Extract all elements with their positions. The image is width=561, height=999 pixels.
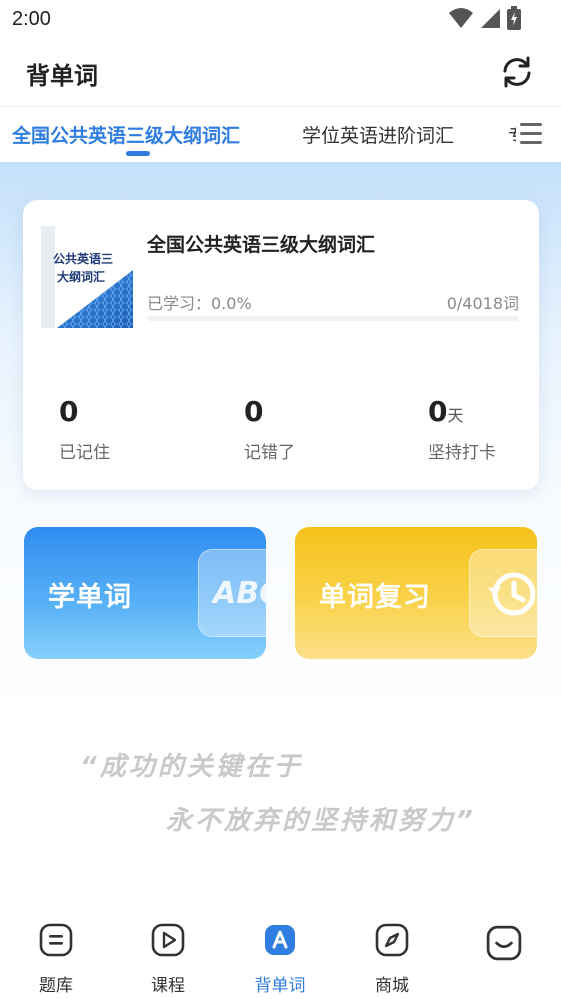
book-cover: 公共英语三 大纲词汇 <box>41 226 133 328</box>
word-review-label: 单词复习 <box>319 582 431 613</box>
stat-value: 0 <box>59 396 110 432</box>
tab-pets3-vocabulary[interactable]: 全国公共英语三级大纲词汇 <box>12 121 240 148</box>
motto-line-2: 永不放弃的坚持和努力” <box>166 806 476 836</box>
nav-item-profile[interactable] <box>464 923 544 977</box>
vocabulary-tabs: 全国公共英语三级大纲词汇 学位英语进阶词汇 专 <box>0 106 561 163</box>
abc-badge: ABC <box>213 576 266 611</box>
stat-mistakes: 0 记错了 <box>244 396 295 464</box>
refresh-button[interactable] <box>499 54 535 90</box>
question-bank-icon <box>39 923 73 957</box>
stat-number: 0 <box>244 395 264 428</box>
nav-item-shop[interactable]: 商城 <box>352 923 432 996</box>
bottom-navigation: 题库 课程 背单词 商城 <box>0 915 561 999</box>
nav-label-vocabulary: 背单词 <box>254 976 306 996</box>
book-card[interactable]: 公共英语三 大纲词汇 全国公共英语三级大纲词汇 已学习：0.0% 0/4018词… <box>23 200 539 490</box>
nav-label-question-bank: 题库 <box>39 976 73 996</box>
stat-checkin-days: 0天 坚持打卡 <box>428 396 496 464</box>
motto-line-1: “成功的关键在于 <box>80 752 303 782</box>
progress-label: 已学习：0.0% <box>147 294 252 313</box>
wifi-icon <box>449 8 473 28</box>
book-cover-title-1: 公共英语三 <box>53 252 114 266</box>
cellular-signal-icon <box>481 9 500 28</box>
stat-value: 0 <box>244 396 295 432</box>
tab-degree-english-vocabulary[interactable]: 学位英语进阶词汇 <box>302 121 454 148</box>
stat-number: 0 <box>59 395 79 428</box>
clock-tile <box>469 549 537 637</box>
stat-label: 已记住 <box>59 443 110 463</box>
profile-icon <box>486 925 522 961</box>
tabs-menu-button[interactable] <box>516 107 561 163</box>
book-cover-title-2: 大纲词汇 <box>57 270 106 284</box>
status-icons <box>449 6 521 30</box>
stat-number: 0 <box>428 395 448 428</box>
vocabulary-icon <box>265 925 295 955</box>
nav-item-question-bank[interactable]: 题库 <box>16 923 96 996</box>
tab-more-vocabulary[interactable]: 专 <box>508 121 516 148</box>
progress-count: 0/4018词 <box>446 294 519 313</box>
word-review-button[interactable]: 单词复习 <box>295 527 537 659</box>
nav-item-vocabulary[interactable]: 背单词 <box>240 923 320 996</box>
stat-unit: 天 <box>447 406 464 425</box>
refresh-icon <box>503 56 531 88</box>
status-bar: 2:00 <box>0 0 561 38</box>
active-tab-indicator <box>126 151 150 156</box>
page-title: 背单词 <box>26 62 98 90</box>
stat-remembered: 0 已记住 <box>59 396 110 464</box>
status-time: 2:00 <box>12 8 51 30</box>
menu-icon <box>520 123 542 144</box>
abc-tile: ABC <box>198 549 266 637</box>
nav-label-courses: 课程 <box>151 976 185 996</box>
history-clock-icon <box>488 572 536 616</box>
stat-value: 0天 <box>428 396 496 432</box>
battery-icon <box>507 6 521 30</box>
play-course-icon <box>151 923 185 957</box>
progress-bar <box>147 316 519 321</box>
learn-words-label: 学单词 <box>48 582 132 613</box>
learn-words-button[interactable]: 学单词 ABC <box>24 527 266 659</box>
book-title: 全国公共英语三级大纲词汇 <box>147 234 376 256</box>
nav-label-shop: 商城 <box>375 976 409 996</box>
app-header: 背单词 <box>0 38 561 106</box>
compass-shop-icon <box>375 923 409 957</box>
stat-label: 记错了 <box>244 443 295 463</box>
nav-item-courses[interactable]: 课程 <box>128 923 208 996</box>
stat-label: 坚持打卡 <box>428 443 496 463</box>
